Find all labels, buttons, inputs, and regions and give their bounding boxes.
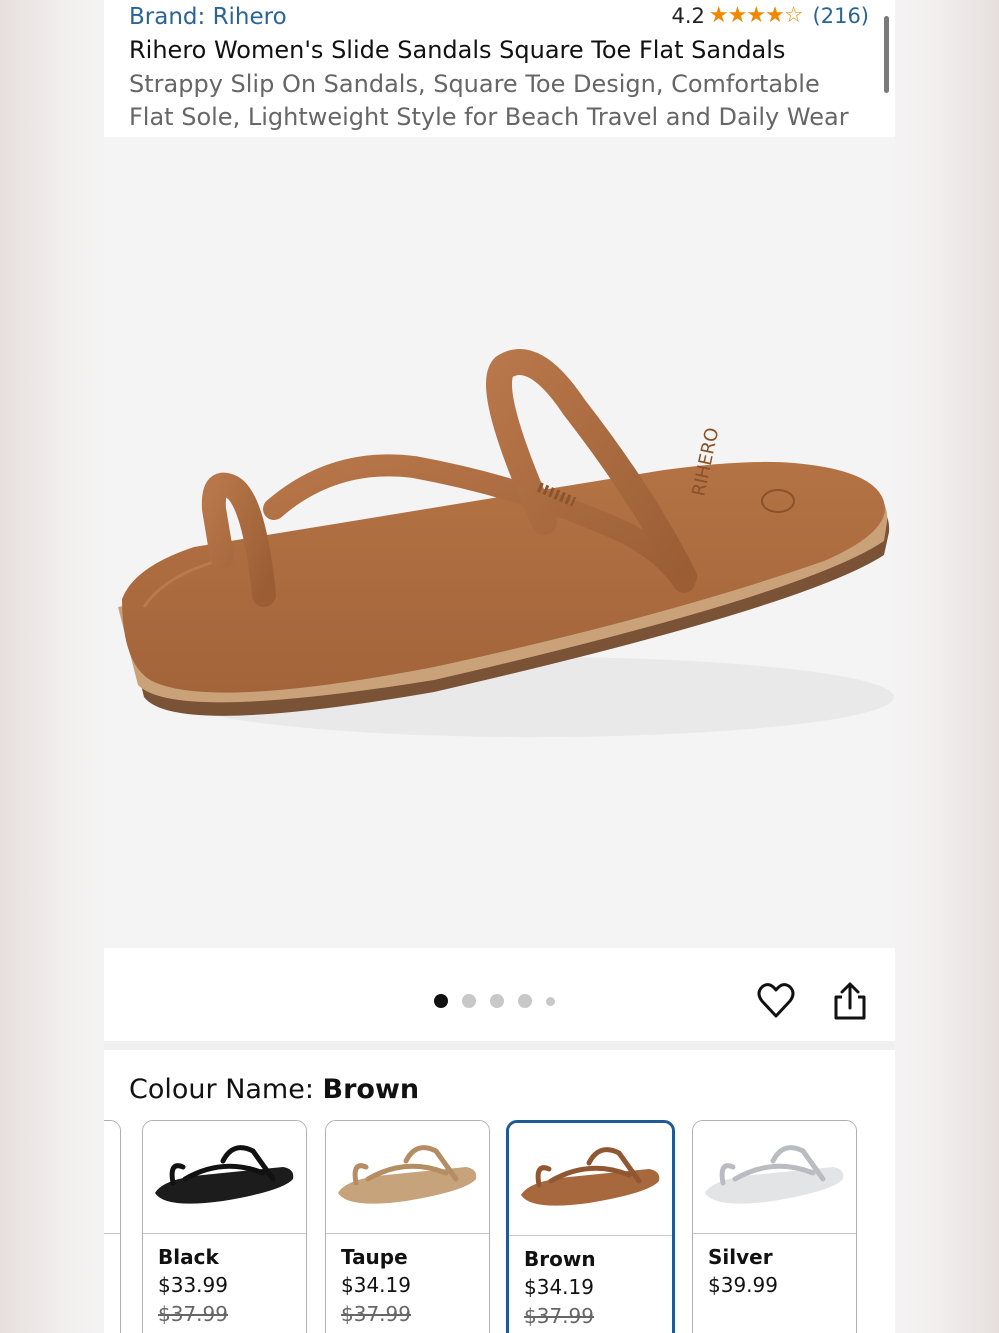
rating-stars-icon: ★★★★☆ — [708, 3, 804, 28]
sandal-thumbnail — [521, 1147, 660, 1206]
swatch-name: Black — [158, 1245, 219, 1269]
swatch-price: $39.99 — [708, 1273, 778, 1297]
gallery-controls — [104, 948, 895, 1041]
brand-link[interactable]: Brand: Rihero — [129, 4, 287, 30]
product-subtitle: Strappy Slip On Sandals, Square Toe Desi… — [129, 70, 849, 131]
product-title: Rihero Women's Slide Sandals Square Toe … — [129, 36, 786, 64]
swatch-old-price: $37.99 — [341, 1302, 411, 1326]
colour-swatch-taupe[interactable]: Taupe $34.19 $37.99 — [325, 1120, 490, 1333]
rating-value: 4.2 — [671, 3, 705, 28]
product-image[interactable]: RIHERO — [104, 137, 895, 948]
sandal-thumbnail — [155, 1145, 294, 1204]
gallery-dot-3[interactable] — [490, 994, 504, 1008]
gallery-dot-4[interactable] — [518, 994, 532, 1008]
colour-swatch-brown[interactable]: Brown $34.19 $37.99 — [506, 1120, 675, 1333]
swatch-image — [143, 1121, 306, 1234]
colour-label-text: Colour Name: — [129, 1074, 323, 1105]
share-icon[interactable] — [830, 981, 870, 1021]
gallery-dot-1[interactable] — [434, 994, 448, 1008]
sandal-thumbnail — [705, 1145, 844, 1204]
swatch-price: $33.99 — [158, 1273, 228, 1297]
swatch-old-price: $37.99 — [524, 1304, 594, 1328]
swatch-old-price: $37.99 — [158, 1302, 228, 1326]
swatch-image — [104, 1121, 120, 1234]
colour-name-label: Colour Name: Brown — [129, 1074, 419, 1105]
swatch-price: $34.19 — [341, 1273, 411, 1297]
section-divider — [104, 1041, 895, 1050]
heart-icon[interactable] — [756, 981, 796, 1021]
swatch-image — [326, 1121, 489, 1234]
swatch-name: Brown — [524, 1247, 596, 1271]
scrollbar[interactable] — [884, 16, 889, 93]
gallery-dot-2[interactable] — [462, 994, 476, 1008]
colour-swatch-partial[interactable] — [104, 1120, 121, 1333]
swatch-name: Silver — [708, 1245, 773, 1269]
sandal-image: RIHERO — [118, 349, 894, 737]
gallery-dot-5[interactable] — [546, 996, 555, 1006]
sandal-thumbnail — [338, 1145, 477, 1204]
swatch-name: Taupe — [341, 1245, 408, 1269]
swatch-price: $34.19 — [524, 1275, 594, 1299]
swatch-image — [693, 1121, 856, 1234]
product-page: Brand: Rihero 4.2 ★★★★☆ (216) Rihero Wom… — [104, 0, 895, 1333]
rating-summary[interactable]: 4.2 ★★★★☆ (216) — [672, 3, 870, 28]
rating-count-link[interactable]: (216) — [813, 4, 869, 28]
colour-selected-value: Brown — [322, 1074, 420, 1105]
swatch-image — [509, 1123, 672, 1236]
colour-swatch-black[interactable]: Black $33.99 $37.99 — [142, 1120, 307, 1333]
product-header: Brand: Rihero 4.2 ★★★★☆ (216) Rihero Wom… — [104, 0, 895, 137]
gallery-pagination[interactable] — [434, 994, 555, 1008]
colour-swatch-silver[interactable]: Silver $39.99 — [692, 1120, 857, 1333]
